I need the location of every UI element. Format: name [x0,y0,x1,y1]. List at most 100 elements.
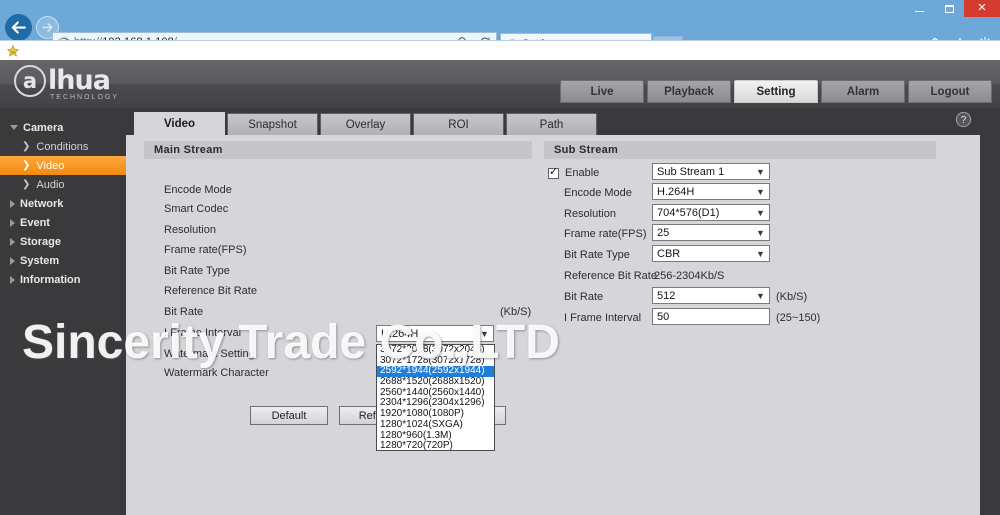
row-main-watermark-setting: Watermark Setting [164,344,255,364]
svg-text:?: ? [961,115,967,126]
sidebar-menu: Camera ❯ Conditions ❯ Video ❯ Audio Netw… [0,108,126,515]
tab-overlay[interactable]: Overlay [320,113,411,135]
select-sub-encode-mode[interactable]: H.264H ▼ [652,183,770,200]
value-sub-bit-rate: 512 [657,289,676,302]
select-sub-bit-rate[interactable]: 512 ▼ [652,287,770,304]
option-resolution-7[interactable]: 1280*1024(SXGA) [377,419,494,431]
label-sub-frame-rate: Frame rate(FPS) [564,228,647,240]
browser-chrome: ✕ http://192.168.1.108/ ▾ [0,0,1000,60]
row-sub-enable: Enable [548,163,599,183]
label-sub-bit-rate: Bit Rate [564,291,604,303]
chevron-down-icon: ▼ [756,227,765,238]
default-button[interactable]: Default [250,406,328,425]
sidebar-label-system: System [20,254,60,267]
sidebar-item-conditions[interactable]: ❯ Conditions [0,137,126,156]
select-sub-stream[interactable]: Sub Stream 1 ▼ [652,163,770,180]
top-navigation: Live Playback Setting Alarm Logout [560,80,992,103]
row-main-encode-mode: Encode Mode [164,180,252,200]
sidebar-label-video: Video [36,159,65,172]
label-main-smart-codec: Smart Codec [164,203,229,215]
label-sub-bit-rate-type: Bit Rate Type [564,249,630,261]
triangle-right-icon [10,199,15,208]
tab-roi[interactable]: ROI [413,113,504,135]
row-main-watermark-character: Watermark Character [164,363,269,383]
sidebar-label-network: Network [20,197,64,210]
select-main-encode-mode[interactable]: H.264H ▼ [376,325,494,342]
unit-main-bit-rate: (Kb/S) [500,306,532,318]
row-main-smart-codec: Smart Codec [164,199,228,219]
sidebar-item-camera[interactable]: Camera [0,118,126,137]
sub-stream-section-title: Sub Stream [544,141,936,159]
select-sub-bit-rate-type[interactable]: CBR ▼ [652,245,770,262]
row-main-reference-bit-rate: Reference Bit Rate [164,281,257,301]
chevron-right-icon: ❯ [22,141,31,152]
chevron-down-icon: ▼ [756,207,765,218]
video-settings-panel: Main Stream Encode Mode H.264H ▼ Smart C… [126,135,980,515]
unit-sub-i-frame-interval: (25~150) [776,312,821,324]
sidebar-item-system[interactable]: System [0,251,126,270]
label-sub-i-frame-interval: I Frame Interval [564,312,642,324]
row-main-bit-rate: Bit Rate [164,302,203,322]
value-sub-reference-bit-rate: 256-2304Kb/S [654,270,725,282]
triangle-down-icon [10,125,18,130]
label-main-encode-mode: Encode Mode [164,184,232,196]
sidebar-item-information[interactable]: Information [0,270,126,289]
back-button[interactable] [5,14,32,41]
value-sub-bit-rate-type: CBR [657,247,681,260]
tab-snapshot[interactable]: Snapshot [227,113,318,135]
content-area: Video Snapshot Overlay ROI Path ? Main S… [126,108,980,515]
main-stream-section-title: Main Stream [144,141,532,159]
sidebar-label-event: Event [20,216,50,229]
screenshot-root: ✕ http://192.168.1.108/ ▾ [0,0,1000,515]
logo-wordmark: lhua [48,65,111,96]
label-main-bit-rate: Bit Rate [164,306,204,318]
row-sub-reference-bit-rate: Reference Bit Rate [564,266,657,286]
sidebar-item-video[interactable]: ❯ Video [0,156,126,175]
value-sub-stream: Sub Stream 1 [657,165,725,178]
select-sub-frame-rate[interactable]: 25 ▼ [652,224,770,241]
row-sub-bit-rate: Bit Rate [564,287,603,307]
tab-video[interactable]: Video [134,112,225,135]
row-sub-resolution: Resolution [564,204,616,224]
sidebar-item-storage[interactable]: Storage [0,232,126,251]
value-main-encode-mode: H.264H [381,327,419,340]
row-sub-i-frame-interval: I Frame Interval [564,308,641,328]
nav-alarm[interactable]: Alarm [821,80,905,103]
label-sub-enable: Enable [565,167,600,179]
nav-setting[interactable]: Setting [734,80,818,103]
row-main-resolution: Resolution [164,220,216,240]
select-sub-resolution[interactable]: 704*576(D1) ▼ [652,204,770,221]
row-main-bit-rate-type: Bit Rate Type [164,261,230,281]
row-sub-encode-mode: Encode Mode [564,183,632,203]
input-sub-i-frame-interval[interactable]: 50 [652,308,770,325]
nav-logout[interactable]: Logout [908,80,992,103]
sidebar-label-information: Information [20,273,81,286]
tab-path[interactable]: Path [506,113,597,135]
help-icon[interactable]: ? [955,111,972,128]
nav-playback[interactable]: Playback [647,80,731,103]
nav-live[interactable]: Live [560,80,644,103]
logo-tagline: TECHNOLOGY [50,94,120,101]
sidebar-item-audio[interactable]: ❯ Audio [0,175,126,194]
row-sub-i-frame-unit: (25~150) [776,308,820,328]
resolution-dropdown-list[interactable]: 3072*2048(3072x2048) 3072*1728(3072x1728… [376,344,495,451]
label-main-frame-rate: Frame rate(FPS) [164,244,247,256]
checkbox-sub-enable[interactable] [548,166,559,179]
triangle-right-icon [10,256,15,265]
favorites-star-icon[interactable] [6,44,20,58]
label-sub-encode-mode: Encode Mode [564,187,632,199]
sidebar-label-audio: Audio [36,178,65,191]
label-main-reference-bit-rate: Reference Bit Rate [164,285,257,297]
arrow-left-icon [11,21,26,34]
content-tabs: Video Snapshot Overlay ROI Path [134,112,599,135]
sidebar-item-network[interactable]: Network [0,194,126,213]
sidebar-label-conditions: Conditions [36,140,89,153]
option-resolution-9[interactable]: 1280*720(720P) [377,440,494,450]
sidebar-item-event[interactable]: Event [0,213,126,232]
triangle-right-icon [10,275,15,284]
logo-a-mark: a [14,65,46,97]
row-sub-bit-rate-unit: (Kb/S) [776,287,807,307]
label-main-bit-rate-type: Bit Rate Type [164,265,230,277]
row-sub-bit-rate-type: Bit Rate Type [564,245,630,265]
dahua-logo: a lhua TECHNOLOGY [14,65,194,103]
